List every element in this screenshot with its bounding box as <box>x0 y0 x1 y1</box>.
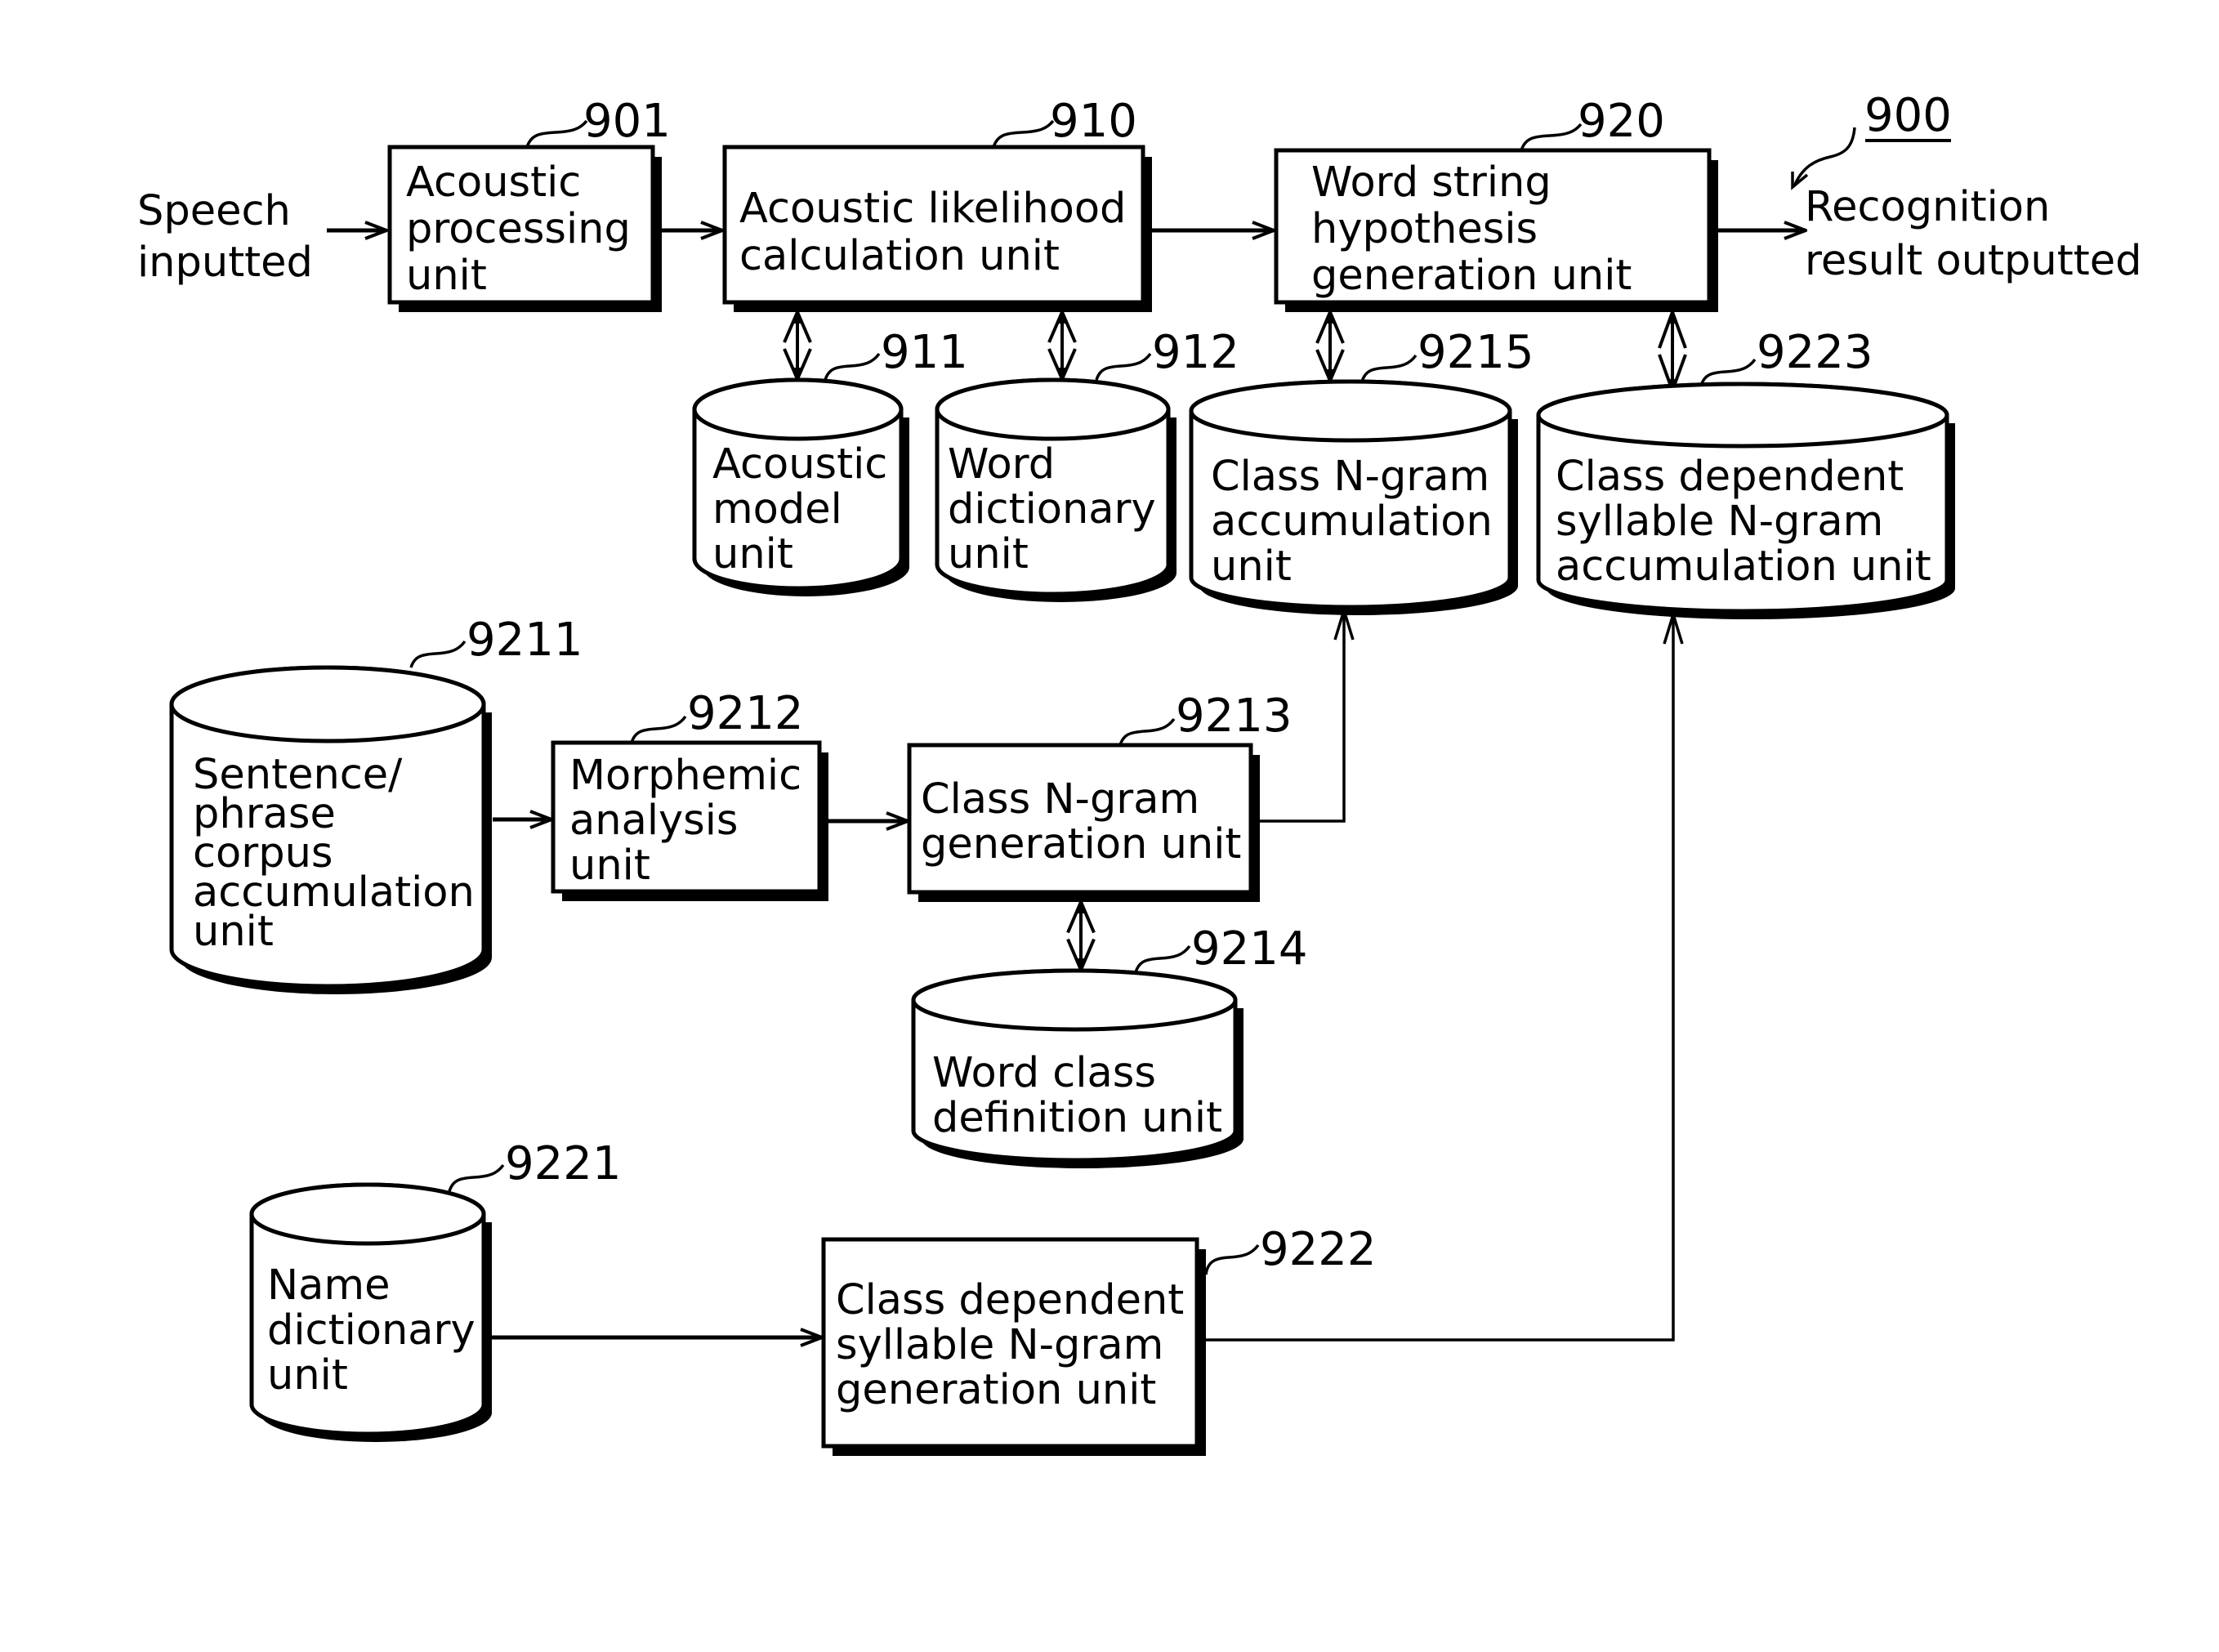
ref-912: 912 <box>1152 326 1239 379</box>
ref-9212: 9212 <box>687 687 804 740</box>
morphemic-analysis-unit: Morphemic analysis unit <box>551 740 828 901</box>
bidirectional-arrow-910-912 <box>1047 307 1077 384</box>
leader-9221 <box>448 1163 505 1192</box>
leader-910 <box>992 119 1055 148</box>
ref-9221: 9221 <box>505 1137 622 1190</box>
svg-text:Class dependent syllable: Class dependent syllable N-gram accumula… <box>1556 453 1931 591</box>
cylinder-top <box>692 377 904 441</box>
cylinder-top <box>911 968 1238 1032</box>
class-ngram-generation-unit: Class N-gram generation unit <box>907 743 1260 902</box>
word-dictionary-unit: Word dictionary unit <box>935 377 1176 603</box>
word-string-hypothesis-generation-unit: Word string hypothesis generation unit <box>1274 148 1718 312</box>
sentence-phrase-corpus-accumulation-unit: Sentence/ phrase corpus accumulation uni… <box>169 665 492 994</box>
name-dictionary-unit: Name dictionary unit <box>249 1182 492 1442</box>
speech-recognition-block-diagram: Speech inputted Acoustic processing unit… <box>137 89 2141 1456</box>
leader-9214 <box>1134 944 1191 973</box>
ref-9214: 9214 <box>1191 922 1308 976</box>
word-class-definition-unit: Word class definition unit <box>911 968 1243 1168</box>
cylinder-top <box>169 665 486 743</box>
leader-9222 <box>1204 1243 1260 1275</box>
acoustic-processing-unit: Acoustic processing unit <box>387 145 662 312</box>
bidirectional-arrow-9213-9214 <box>1066 897 1096 975</box>
leader-9215 <box>1360 354 1418 382</box>
svg-text:Class dependent syllable: Class dependent syllable N-gram generati… <box>836 1276 1198 1414</box>
ref-901: 901 <box>583 95 671 148</box>
class-dependent-syllable-ngram-generation-unit: Class dependent syllable N-gram generati… <box>821 1237 1206 1456</box>
ref-9213: 9213 <box>1176 690 1293 743</box>
acoustic-likelihood-calculation-unit: Acoustic likelihood calculation unit <box>722 145 1152 312</box>
leader-912 <box>1095 352 1152 381</box>
leader-9211 <box>409 640 467 668</box>
cylinder-top <box>935 377 1171 441</box>
cylinder-top <box>249 1182 486 1246</box>
bidirectional-arrow-920-9223 <box>1658 307 1687 395</box>
ref-9211: 9211 <box>467 614 583 667</box>
ref-911: 911 <box>881 326 968 379</box>
cylinder-top <box>1536 382 1949 449</box>
leader-9212 <box>630 715 687 743</box>
leader-901 <box>525 119 588 148</box>
leader-9223 <box>1699 358 1757 386</box>
cylinder-top <box>1189 379 1512 443</box>
ref-9223: 9223 <box>1757 326 1873 379</box>
ref-920: 920 <box>1578 95 1665 148</box>
output-label: Recognition result outputted <box>1805 183 2141 285</box>
acoustic-model-unit: Acoustic model unit <box>692 377 909 596</box>
leader-9213 <box>1118 717 1176 746</box>
ref-9215: 9215 <box>1418 326 1534 379</box>
leader-911 <box>824 352 881 381</box>
ref-9222: 9222 <box>1260 1223 1377 1276</box>
class-ngram-accumulation-unit: Class N-gram accumulation unit <box>1189 379 1518 615</box>
figure-ref-900: 900 <box>1864 89 1952 142</box>
bidirectional-arrow-910-911 <box>783 307 812 384</box>
ref-910: 910 <box>1050 95 1137 148</box>
class-dependent-syllable-ngram-accumulation-unit: Class dependent syllable N-gram accumula… <box>1536 382 1955 619</box>
input-label: Speech inputted <box>137 187 313 287</box>
leader-920 <box>1520 123 1583 151</box>
svg-text:Class N-gram generation: Class N-gram generation unit <box>921 775 1241 868</box>
bidirectional-arrow-920-9215 <box>1315 307 1345 386</box>
